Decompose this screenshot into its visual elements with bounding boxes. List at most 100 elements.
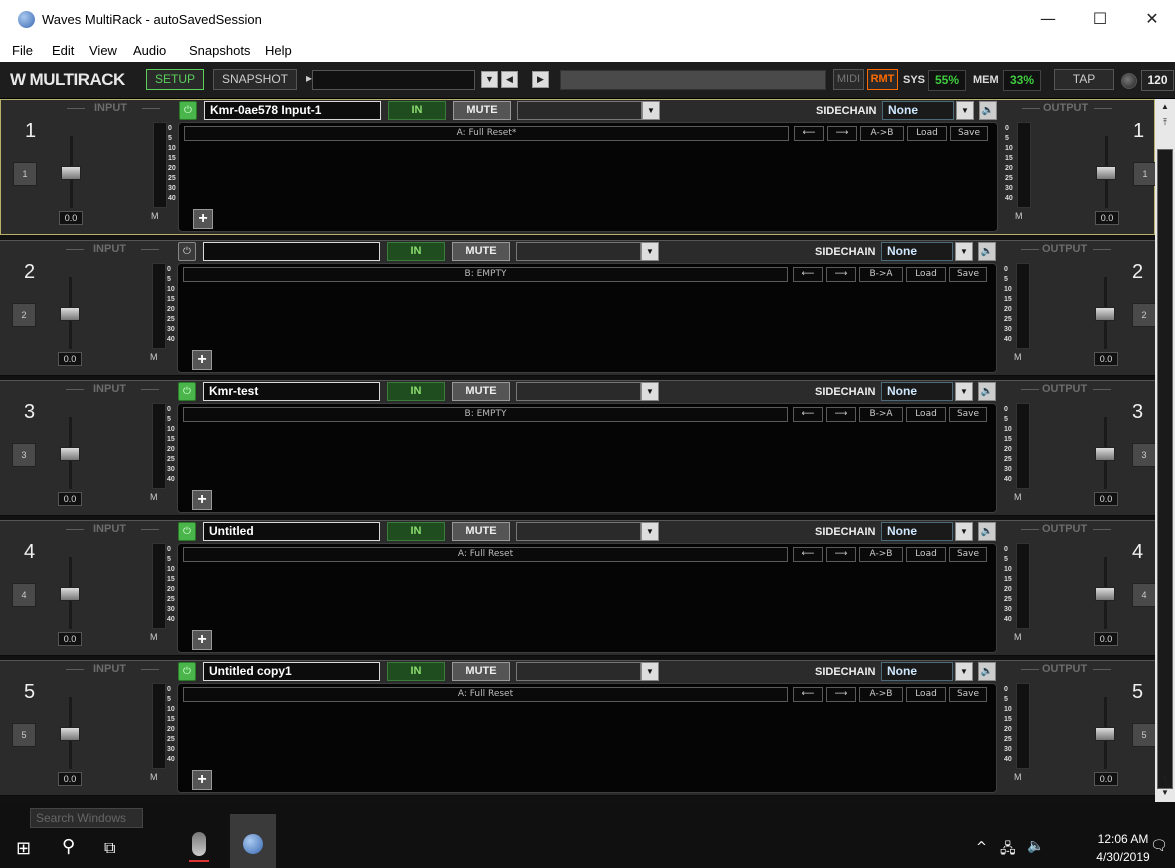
rack-4[interactable]: 4 4 INPUT 0.0 0 5 10 15 20 25 30 40 M ⏻ Untitled IN MUTE… — [0, 520, 1156, 656]
sidechain-select[interactable]: None — [881, 382, 953, 401]
menu-file[interactable]: File — [12, 43, 33, 58]
rack-preset-dropdown-icon[interactable]: ▼ — [641, 662, 659, 681]
rack-scrollbar[interactable]: ▲ ⤒ ⤓ ▼ — [1155, 99, 1175, 802]
multirack-taskbar-button[interactable] — [230, 814, 276, 868]
snapshot-button[interactable]: SNAPSHOT — [213, 69, 297, 90]
sidechain-select[interactable]: None — [881, 522, 953, 541]
add-plugin-button[interactable]: + — [192, 490, 212, 510]
add-plugin-button[interactable]: + — [192, 770, 212, 790]
ab-compare-button[interactable]: B->A — [859, 267, 903, 282]
output-gain-value[interactable]: 0.0 — [1094, 492, 1118, 506]
input-fader[interactable] — [60, 447, 80, 461]
save-button[interactable]: Save — [949, 547, 987, 562]
output-gain-value[interactable]: 0.0 — [1094, 772, 1118, 786]
add-plugin-button[interactable]: + — [192, 350, 212, 370]
rack-output-button[interactable]: 1 — [1133, 162, 1157, 186]
rack-2[interactable]: 2 2 INPUT 0.0 0 5 10 15 20 25 30 40 M ⏻ IN MUTE ▼ SIDECHA… — [0, 240, 1156, 376]
load-button[interactable]: Load — [906, 547, 946, 562]
preset-next-icon[interactable]: ⟶ — [826, 407, 856, 422]
preset-name-bar[interactable]: A: Full Reset — [183, 547, 788, 562]
power-icon[interactable]: ⏻ — [178, 382, 196, 401]
input-gain-value[interactable]: 0.0 — [58, 632, 82, 646]
add-plugin-button[interactable]: + — [193, 209, 213, 229]
preset-prev-icon[interactable]: ⟵ — [794, 126, 824, 141]
input-gain-value[interactable]: 0.0 — [59, 211, 83, 225]
power-icon[interactable]: ⏻ — [178, 242, 196, 261]
rack-preset-dropdown-icon[interactable]: ▼ — [641, 522, 659, 541]
maximize-button[interactable]: ☐ — [1082, 6, 1118, 32]
start-icon[interactable]: ⊞ — [16, 838, 31, 859]
speaker-icon[interactable]: 🔈 — [979, 101, 997, 120]
output-fader[interactable] — [1095, 307, 1115, 321]
rack-output-button[interactable]: 2 — [1132, 303, 1156, 327]
rack-name-field[interactable]: Kmr-test — [203, 382, 380, 401]
pinned-app-icon[interactable] — [189, 832, 209, 862]
mute-button[interactable]: MUTE — [452, 242, 510, 261]
sidechain-select[interactable]: None — [882, 101, 954, 120]
output-fader[interactable] — [1095, 447, 1115, 461]
plugin-slot-area[interactable]: A: Full Reset ⟵ ⟶ A->B Load Save + — [177, 683, 997, 793]
load-button[interactable]: Load — [907, 126, 947, 141]
speaker-icon[interactable]: 🔈 — [978, 662, 996, 681]
mute-button[interactable]: MUTE — [452, 522, 510, 541]
sidechain-select[interactable]: None — [881, 242, 953, 261]
sidechain-dropdown-icon[interactable]: ▼ — [956, 101, 974, 120]
rack-3[interactable]: 3 3 INPUT 0.0 0 5 10 15 20 25 30 40 M ⏻ Kmr-test IN MUTE… — [0, 380, 1156, 516]
task-view-icon[interactable]: ⧉ — [104, 838, 115, 858]
rack-1[interactable]: 1 1 INPUT 0.0 0 5 10 15 20 25 30 40 M ⏻ Kmr-0ae578 Inp… — [0, 99, 1157, 235]
network-icon[interactable]: 🖧 — [1000, 838, 1016, 862]
tempo-value[interactable]: 120 — [1141, 70, 1174, 91]
in-button[interactable]: IN — [387, 242, 445, 261]
preset-name-bar[interactable]: B: EMPTY — [183, 267, 788, 282]
output-gain-value[interactable]: 0.0 — [1094, 352, 1118, 366]
scroll-top-icon[interactable]: ⤒ — [1155, 115, 1175, 129]
setup-button[interactable]: SETUP — [146, 69, 204, 90]
close-button[interactable]: ✕ — [1134, 6, 1170, 32]
mute-button[interactable]: MUTE — [452, 662, 510, 681]
rack-name-field[interactable]: Kmr-0ae578 Input-1 — [204, 101, 381, 120]
menu-edit[interactable]: Edit — [52, 43, 74, 58]
sidechain-dropdown-icon[interactable]: ▼ — [955, 382, 973, 401]
output-fader[interactable] — [1095, 587, 1115, 601]
in-button[interactable]: IN — [387, 662, 445, 681]
menu-audio[interactable]: Audio — [133, 43, 166, 58]
rack-input-button[interactable]: 2 — [12, 303, 36, 327]
sidechain-dropdown-icon[interactable]: ▼ — [955, 522, 973, 541]
preset-name-bar[interactable]: A: Full Reset* — [184, 126, 789, 141]
plugin-slot-area[interactable]: A: Full Reset* ⟵ ⟶ A->B Load Save + — [178, 122, 998, 232]
rmt-button[interactable]: RMT — [867, 69, 898, 90]
rack-output-button[interactable]: 3 — [1132, 443, 1156, 467]
rack-preset-dropdown-icon[interactable]: ▼ — [641, 382, 659, 401]
rack-preset-combo[interactable] — [516, 242, 641, 261]
scroll-up-icon[interactable]: ▲ — [1155, 99, 1175, 115]
menu-help[interactable]: Help — [265, 43, 292, 58]
input-fader[interactable] — [60, 587, 80, 601]
rack-output-button[interactable]: 5 — [1132, 723, 1156, 747]
scroll-down-icon[interactable]: ▼ — [1155, 785, 1175, 801]
input-gain-value[interactable]: 0.0 — [58, 352, 82, 366]
plugin-slot-area[interactable]: B: EMPTY ⟵ ⟶ B->A Load Save + — [177, 403, 997, 513]
preset-name-bar[interactable]: A: Full Reset — [183, 687, 788, 702]
load-button[interactable]: Load — [906, 407, 946, 422]
rack-input-button[interactable]: 1 — [13, 162, 37, 186]
in-button[interactable]: IN — [387, 382, 445, 401]
rack-name-field[interactable]: Untitled copy1 — [203, 662, 380, 681]
snapshot-next-button[interactable]: ▶ — [532, 71, 549, 88]
rack-preset-combo[interactable] — [516, 522, 641, 541]
preset-next-icon[interactable]: ⟶ — [826, 687, 856, 702]
power-icon[interactable]: ⏻ — [179, 101, 197, 120]
mute-button[interactable]: MUTE — [453, 101, 511, 120]
rack-preset-combo[interactable] — [516, 382, 641, 401]
preset-next-icon[interactable]: ⟶ — [826, 547, 856, 562]
menu-view[interactable]: View — [89, 43, 117, 58]
rack-input-button[interactable]: 4 — [12, 583, 36, 607]
sidechain-dropdown-icon[interactable]: ▼ — [955, 662, 973, 681]
output-fader[interactable] — [1096, 166, 1116, 180]
rack-input-button[interactable]: 3 — [12, 443, 36, 467]
rack-output-button[interactable]: 4 — [1132, 583, 1156, 607]
notifications-icon[interactable]: 🗨 — [1150, 838, 1168, 854]
in-button[interactable]: IN — [388, 101, 446, 120]
load-button[interactable]: Load — [906, 267, 946, 282]
preset-next-icon[interactable]: ⟶ — [826, 267, 856, 282]
scroll-thumb[interactable] — [1157, 149, 1173, 789]
